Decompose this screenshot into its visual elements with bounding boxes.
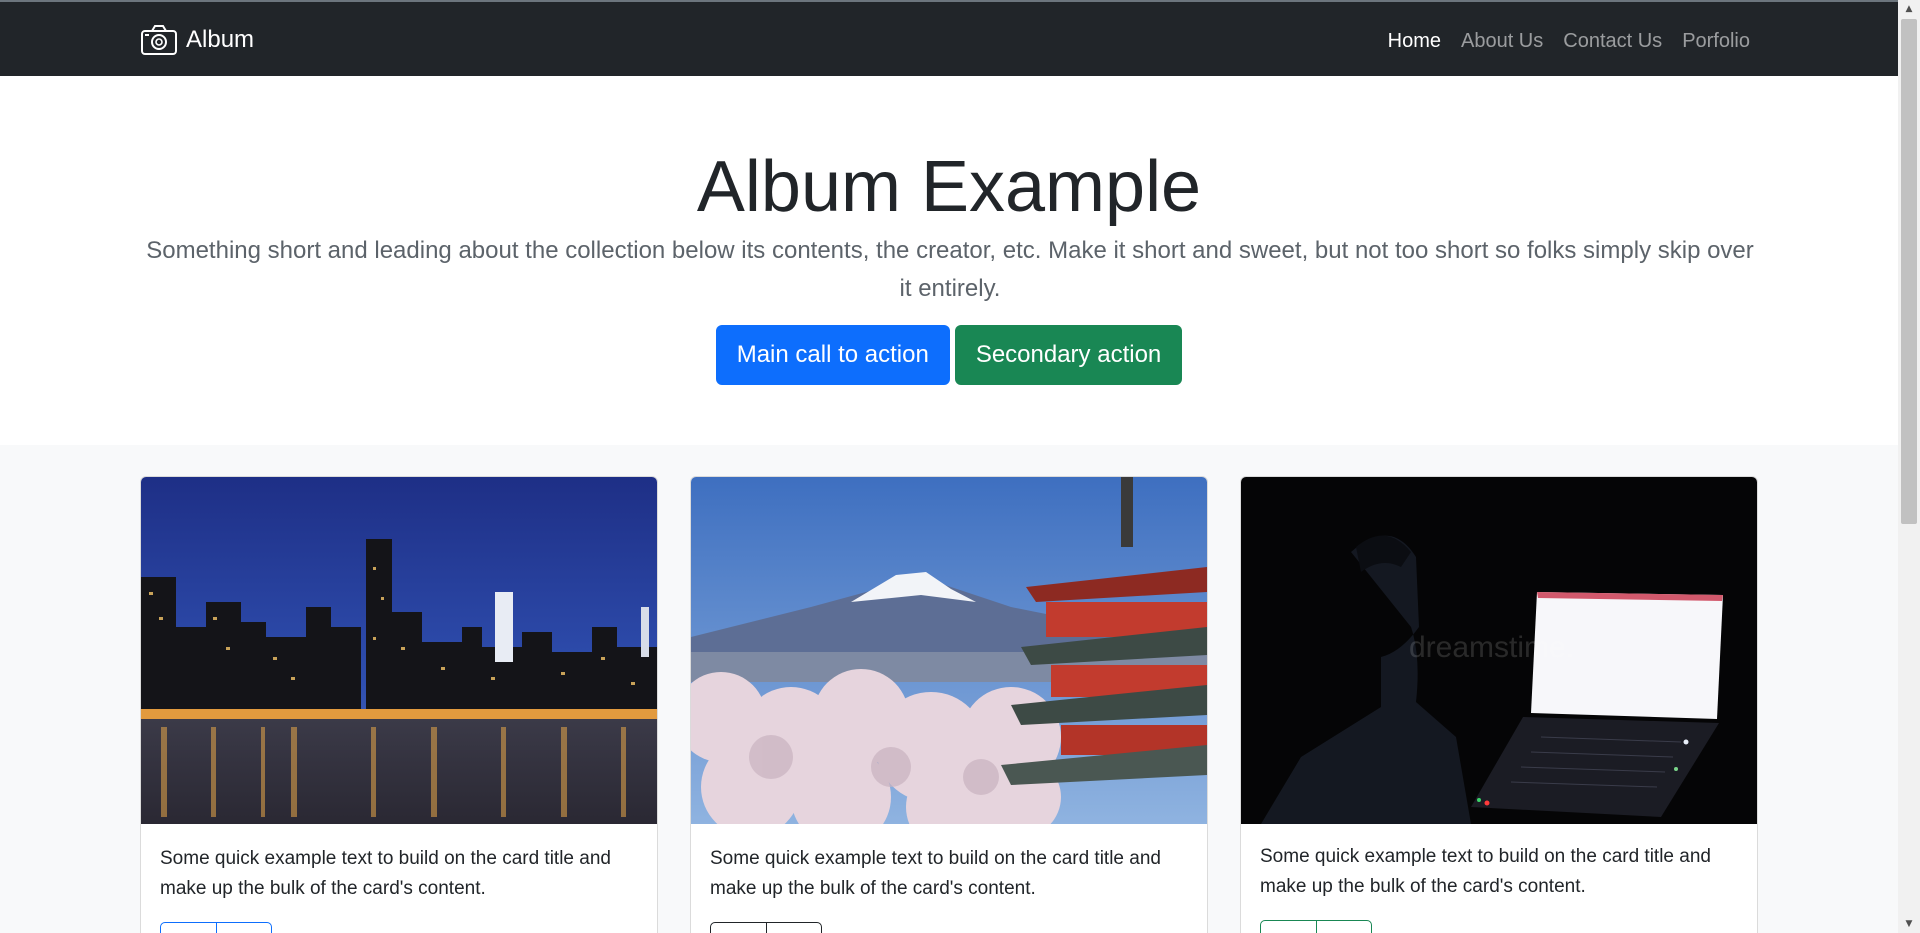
main-nav: Home About Us Contact Us Porfolio — [1388, 30, 1750, 53]
album-card: Some quick example text to build on the … — [140, 476, 658, 933]
city-skyline-image — [141, 477, 657, 824]
nav-about-us[interactable]: About Us — [1461, 30, 1543, 53]
card-text: Some quick example text to build on the … — [1260, 846, 1711, 897]
card-view-button[interactable] — [710, 922, 767, 933]
scroll-up-arrow-icon[interactable]: ▲ — [1898, 0, 1920, 18]
page: Album Home About Us Contact Us Porfolio … — [0, 0, 1898, 933]
nav-portfolio[interactable]: Porfolio — [1682, 30, 1750, 53]
card-text: Some quick example text to build on the … — [710, 848, 1161, 899]
page-title: Album Example — [696, 147, 1202, 227]
watermark-text: dreamstime. — [1409, 631, 1574, 664]
card-edit-button[interactable] — [1315, 920, 1373, 933]
card-button-group — [710, 922, 823, 933]
person-at-laptop-image: dreamstime. — [1241, 477, 1757, 824]
album-section: Some quick example text to build on the … — [0, 445, 1898, 933]
album-card: Some quick example text to build on the … — [690, 476, 1208, 933]
card-text: Some quick example text to build on the … — [160, 848, 611, 899]
album-card: dreamstime. Some quick example text to b… — [1240, 476, 1758, 933]
scroll-down-arrow-icon[interactable]: ▼ — [1898, 915, 1920, 933]
card-edit-button[interactable] — [215, 922, 273, 933]
navbar: Album Home About Us Contact Us Porfolio — [0, 2, 1898, 76]
nav-home[interactable]: Home — [1388, 30, 1441, 53]
scrollbar-thumb[interactable] — [1901, 19, 1917, 524]
card-button-group — [160, 922, 273, 933]
hero-actions: Main call to action Secondary action — [0, 325, 1898, 385]
camera-icon — [141, 25, 177, 55]
brand-link[interactable]: Album — [140, 24, 254, 56]
secondary-action-button[interactable]: Secondary action — [954, 325, 1183, 385]
main-call-to-action-button[interactable]: Main call to action — [715, 325, 950, 385]
vertical-scrollbar[interactable]: ▲ ▼ — [1898, 0, 1920, 933]
brand-label: Album — [186, 26, 255, 53]
mount-fuji-image — [691, 477, 1207, 824]
nav-contact-us[interactable]: Contact Us — [1563, 30, 1662, 53]
hero-lead-text: Something short and leading about the co… — [146, 237, 1754, 302]
card-button-group — [1260, 920, 1373, 933]
hero-section: Album Example Something short and leadin… — [0, 76, 1898, 445]
card-view-button[interactable] — [160, 922, 217, 933]
card-edit-button[interactable] — [765, 922, 823, 933]
card-view-button[interactable] — [1260, 920, 1317, 933]
